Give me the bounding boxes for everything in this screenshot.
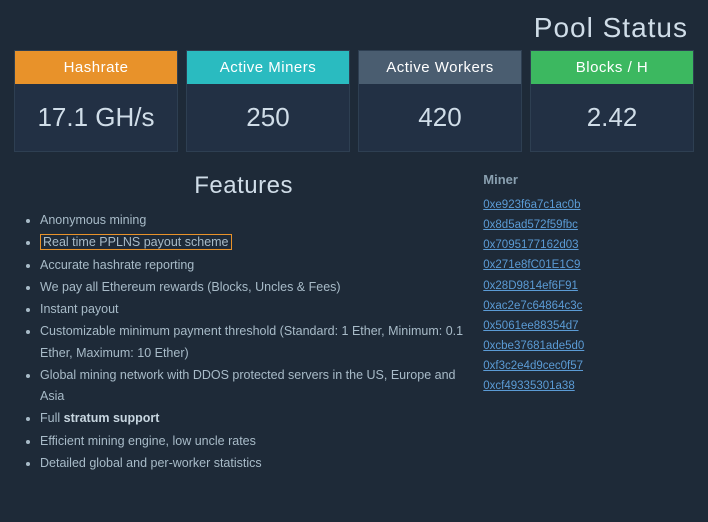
- miner-address-link[interactable]: 0xac2e7c64864c3c: [483, 296, 692, 316]
- features-list: Anonymous mining Real time PPLNS payout …: [20, 210, 467, 474]
- stat-card-active-miners-label: Active Miners: [187, 51, 349, 84]
- miner-address-link[interactable]: 0xe923f6a7c1ac0b: [483, 195, 692, 215]
- miner-address-link[interactable]: 0x8d5ad572f59fbc: [483, 215, 692, 235]
- page-wrapper: Pool Status Hashrate 17.1 GH/s Active Mi…: [0, 0, 708, 522]
- stat-card-active-workers: Active Workers 420: [358, 50, 522, 152]
- list-item: Anonymous mining: [40, 210, 467, 231]
- stat-card-blocks-per-hour-label: Blocks / H: [531, 51, 693, 84]
- list-item: Global mining network with DDOS protecte…: [40, 365, 467, 408]
- stat-card-active-workers-value: 420: [408, 84, 471, 151]
- list-item: Detailed global and per-worker statistic…: [40, 453, 467, 474]
- miner-address-link[interactable]: 0xcbe37681ade5d0: [483, 336, 692, 356]
- stat-card-active-miners-value: 250: [236, 84, 299, 151]
- miner-address-link[interactable]: 0xf3c2e4d9cec0f57: [483, 356, 692, 376]
- stat-card-hashrate-value: 17.1 GH/s: [27, 84, 164, 151]
- stat-card-blocks-per-hour-value: 2.42: [577, 84, 648, 151]
- pool-status-title: Pool Status: [534, 12, 688, 43]
- list-item: Real time PPLNS payout scheme: [40, 232, 467, 253]
- lower-section: Features Anonymous mining Real time PPLN…: [0, 168, 708, 522]
- miner-address-link[interactable]: 0xcf49335301a38: [483, 376, 692, 396]
- list-item: Efficient mining engine, low uncle rates: [40, 431, 467, 452]
- stratum-bold: stratum support: [64, 411, 160, 425]
- pplns-link[interactable]: Real time PPLNS payout scheme: [40, 234, 232, 250]
- stat-card-hashrate: Hashrate 17.1 GH/s: [14, 50, 178, 152]
- miner-address-link[interactable]: 0x5061ee88354d7: [483, 316, 692, 336]
- miner-address-link[interactable]: 0x271e8fC01E1C9: [483, 255, 692, 275]
- stat-card-hashrate-label: Hashrate: [15, 51, 177, 84]
- stat-card-active-miners: Active Miners 250: [186, 50, 350, 152]
- list-item: Full stratum support: [40, 408, 467, 429]
- features-title: Features: [20, 172, 467, 200]
- features-column: Features Anonymous mining Real time PPLN…: [10, 168, 477, 522]
- miners-column-header: Miner: [483, 172, 692, 189]
- pool-status-header: Pool Status: [0, 0, 708, 50]
- stat-card-blocks-per-hour: Blocks / H 2.42: [530, 50, 694, 152]
- list-item: We pay all Ethereum rewards (Blocks, Unc…: [40, 277, 467, 298]
- list-item: Accurate hashrate reporting: [40, 255, 467, 276]
- stat-card-active-workers-label: Active Workers: [359, 51, 521, 84]
- miners-column: Miner 0xe923f6a7c1ac0b0x8d5ad572f59fbc0x…: [477, 168, 698, 522]
- list-item: Instant payout: [40, 299, 467, 320]
- miner-address-link[interactable]: 0x7095177162d03: [483, 235, 692, 255]
- miners-list: 0xe923f6a7c1ac0b0x8d5ad572f59fbc0x709517…: [483, 195, 692, 396]
- miner-address-link[interactable]: 0x28D9814ef6F91: [483, 276, 692, 296]
- stats-row: Hashrate 17.1 GH/s Active Miners 250 Act…: [0, 50, 708, 168]
- list-item: Customizable minimum payment threshold (…: [40, 321, 467, 364]
